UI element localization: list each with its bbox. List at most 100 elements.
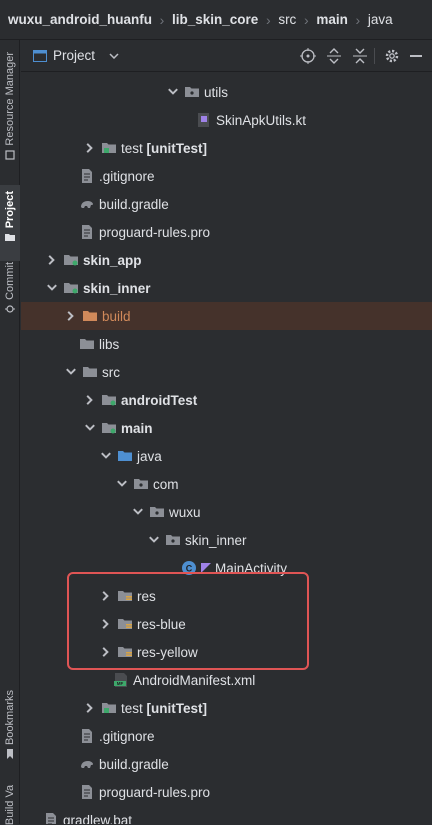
tree-label-test-2: test [unitTest] xyxy=(121,700,208,716)
breadcrumb-module[interactable]: lib_skin_core xyxy=(172,12,258,27)
tab-commit-label: Commit xyxy=(4,262,16,300)
tab-resource-manager-label: Resource Manager xyxy=(4,52,16,146)
tree-row-wuxu[interactable]: wuxu xyxy=(21,498,432,526)
tab-commit[interactable]: Commit xyxy=(0,262,20,314)
left-tool-stripe: Resource Manager Project Commit Bookmark… xyxy=(0,40,20,825)
tree-row-java[interactable]: java xyxy=(21,442,432,470)
tree-row-build-folder[interactable]: build xyxy=(21,302,432,330)
tree-label-build-gradle-1: build.gradle xyxy=(99,196,169,212)
tree-row-build-gradle-1[interactable]: build.gradle xyxy=(21,190,432,218)
tree-label-androidtest: androidTest xyxy=(121,392,198,408)
highlight-annotation-box xyxy=(67,572,309,670)
tree-label-gitignore-1: .gitignore xyxy=(99,168,155,184)
tab-bookmarks-label: Bookmarks xyxy=(4,690,16,746)
chevron-down-icon[interactable] xyxy=(115,477,129,491)
gradle-icon xyxy=(81,761,93,768)
tree-row-com[interactable]: com xyxy=(21,470,432,498)
tab-bookmarks[interactable]: Bookmarks xyxy=(0,690,20,760)
chevron-down-icon[interactable] xyxy=(166,85,180,99)
tree-row-androidtest[interactable]: androidTest xyxy=(21,386,432,414)
file-icon xyxy=(82,729,92,743)
breadcrumb-project[interactable]: wuxu_android_huanfu xyxy=(8,12,152,27)
folder-icon: ▀ xyxy=(201,72,209,78)
crosshair-icon xyxy=(300,48,316,64)
expand-all-button[interactable] xyxy=(325,47,343,65)
tab-build-variants[interactable]: Build Variants xyxy=(0,785,20,825)
chevron-down-icon[interactable] xyxy=(99,449,113,463)
source-folder-icon xyxy=(118,451,132,461)
hide-panel-button[interactable] xyxy=(407,47,425,65)
tab-project[interactable]: Project xyxy=(0,185,20,261)
package-folder-icon xyxy=(166,535,180,545)
tree-label-gradlew: gradlew.bat xyxy=(63,812,133,825)
tree-row-skin-inner-pkg[interactable]: skin_inner xyxy=(21,526,432,554)
breadcrumb-java[interactable]: java xyxy=(368,12,393,27)
chevron-down-icon[interactable] xyxy=(131,505,145,519)
collapse-all-icon xyxy=(353,48,367,64)
package-folder-icon xyxy=(134,479,148,489)
tree-row-libs[interactable]: libs xyxy=(21,330,432,358)
tree-row-gitignore-1[interactable]: .gitignore xyxy=(21,162,432,190)
tree-row-test-2[interactable]: test [unitTest] xyxy=(21,694,432,722)
tree-row-utils[interactable]: utils xyxy=(21,78,432,106)
chevron-down-icon[interactable] xyxy=(64,365,78,379)
tree-row-src[interactable]: src xyxy=(21,358,432,386)
chevron-down-icon[interactable] xyxy=(83,421,97,435)
chevron-right-icon: › xyxy=(355,11,361,28)
tree-row-skinapkutils[interactable]: SkinApkUtils.kt xyxy=(21,106,432,134)
project-panel-header: Project xyxy=(21,40,432,72)
file-icon xyxy=(82,785,92,799)
tree-row-skin-inner[interactable]: skin_inner xyxy=(21,274,432,302)
chevron-right-icon[interactable] xyxy=(83,141,97,155)
package-folder-icon xyxy=(150,507,164,517)
settings-button[interactable] xyxy=(383,47,401,65)
tree-row-gitignore-2[interactable]: .gitignore xyxy=(21,722,432,750)
tree-row-main[interactable]: main xyxy=(21,414,432,442)
tree-label-skin-inner: skin_inner xyxy=(83,280,151,296)
commit-icon xyxy=(5,305,15,313)
tree-row-manifest[interactable]: MF AndroidManifest.xml xyxy=(21,666,432,694)
minimize-icon xyxy=(410,55,422,57)
tree-row-proguard-1[interactable]: proguard-rules.pro xyxy=(21,218,432,246)
chevron-right-icon[interactable] xyxy=(45,253,59,267)
tree-label-skinapkutils: SkinApkUtils.kt xyxy=(216,112,307,128)
module-folder-icon xyxy=(64,255,78,266)
chevron-down-icon[interactable] xyxy=(147,533,161,547)
gear-icon xyxy=(385,49,399,63)
package-folder-icon xyxy=(185,87,199,97)
svg-text:MF: MF xyxy=(117,681,124,686)
breadcrumb-main[interactable]: main xyxy=(316,12,348,27)
tree-row-gradlew[interactable]: gradlew.bat xyxy=(21,806,432,824)
chevron-down-icon[interactable] xyxy=(45,281,59,295)
chevron-right-icon: › xyxy=(265,11,271,28)
tree-label-proguard-1: proguard-rules.pro xyxy=(99,224,211,240)
breadcrumb-src[interactable]: src xyxy=(278,12,296,27)
module-folder-icon xyxy=(64,283,78,294)
tree-label-java: java xyxy=(137,448,162,464)
tree-label-proguard-2: proguard-rules.pro xyxy=(99,784,211,800)
tab-resource-manager[interactable]: Resource Manager xyxy=(0,52,20,160)
locate-file-button[interactable] xyxy=(299,47,317,65)
resource-manager-icon xyxy=(5,149,15,160)
collapse-all-button[interactable] xyxy=(351,47,369,65)
tree-row-proguard-2[interactable]: proguard-rules.pro xyxy=(21,778,432,806)
tree-row-test-1[interactable]: test [unitTest] xyxy=(21,134,432,162)
chevron-right-icon[interactable] xyxy=(83,701,97,715)
project-view-selector[interactable]: Project xyxy=(53,48,95,63)
chevron-down-icon[interactable] xyxy=(109,52,119,59)
tree-row-build-gradle-2[interactable]: build.gradle xyxy=(21,750,432,778)
tree-label-main: main xyxy=(121,420,153,436)
tree-label-build: build xyxy=(102,308,131,324)
tree-label-utils: utils xyxy=(204,84,229,100)
tree-label-build-gradle-2: build.gradle xyxy=(99,756,169,772)
tree-label-wuxu: wuxu xyxy=(169,504,201,520)
project-tree: ▀ utils SkinApkUtils.kt test [unitTest] … xyxy=(21,72,432,824)
manifest-file-icon: MF xyxy=(114,673,127,687)
bookmark-icon xyxy=(7,749,13,760)
tree-row-skin-app[interactable]: skin_app xyxy=(21,246,432,274)
chevron-right-icon[interactable] xyxy=(64,309,78,323)
chevron-right-icon: › xyxy=(303,11,309,28)
chevron-right-icon[interactable] xyxy=(83,393,97,407)
file-icon xyxy=(46,813,56,824)
folder-icon xyxy=(83,367,97,377)
